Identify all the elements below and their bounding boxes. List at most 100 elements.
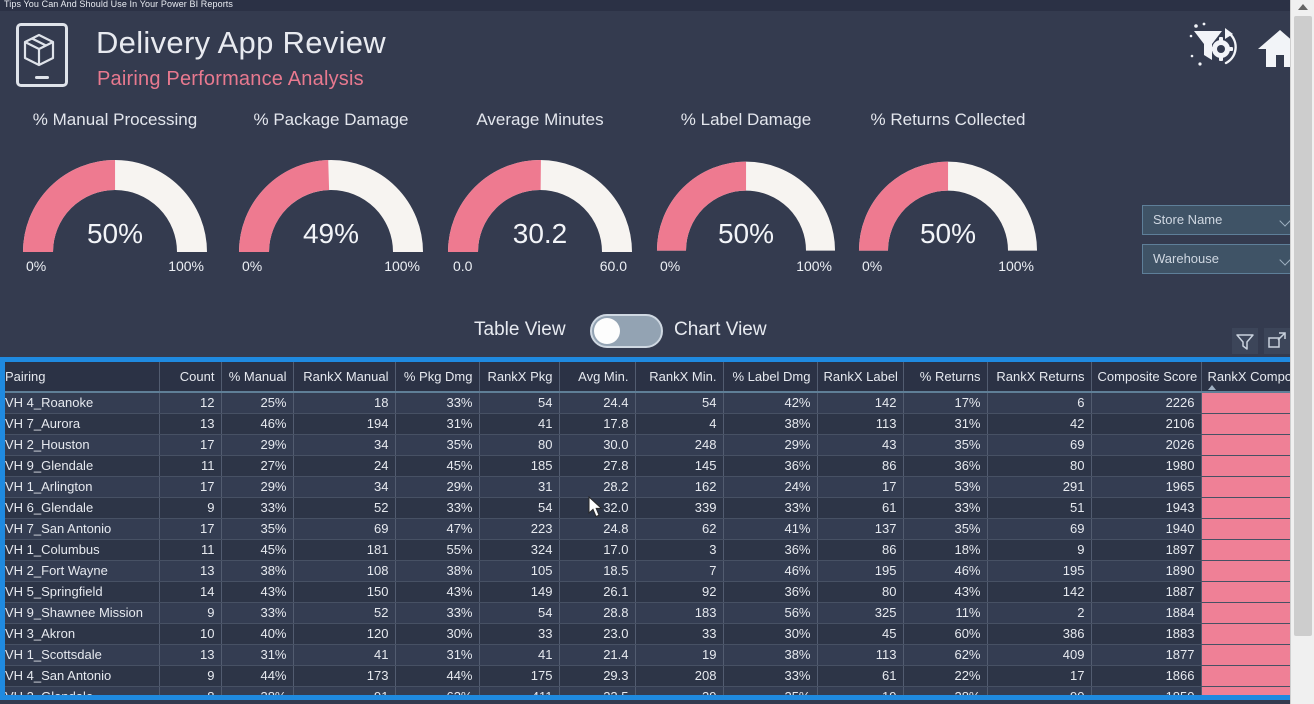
cell-value: 69: [987, 518, 1092, 540]
table-column-header[interactable]: Composite Score: [1091, 362, 1202, 393]
table-row[interactable]: VH 6_Glendale 9 33% 52 33% 54 32.0 339 33% 61 33% 5…: [5, 497, 1303, 519]
table-row[interactable]: VH 4_Roanoke 12 25% 18 33% 54 24.4 54 42% 142 17% 6…: [5, 392, 1303, 414]
cell-value: 13: [159, 560, 222, 582]
table-row[interactable]: VH 2_Fort Wayne 13 38% 108 38% 105 18.5 7 46% 195…: [5, 560, 1303, 582]
reset-filters-icon[interactable]: [1186, 22, 1244, 74]
cell-value: 194: [293, 413, 396, 435]
scroll-up-arrow-icon[interactable]: [1297, 4, 1308, 10]
table-row[interactable]: VH 2_Houston 17 29% 34 35% 80 30.0 248 29% 43 35% 6…: [5, 434, 1303, 456]
cell-value: 38%: [221, 686, 294, 695]
cell-value: 386: [987, 623, 1092, 645]
table-column-header[interactable]: RankX Min.: [635, 362, 724, 393]
cell-value: 31%: [903, 413, 988, 435]
cell-value: 24.8: [559, 518, 636, 540]
table-row[interactable]: VH 9_Glendale 11 27% 24 45% 185 27.8 145 36% 86 36…: [5, 455, 1303, 477]
cell-value: 32.0: [559, 497, 636, 519]
cell-value: 120: [293, 623, 396, 645]
cell-value: 22.5: [559, 686, 636, 695]
gauge-value: 50%: [717, 218, 775, 249]
chevron-down-icon[interactable]: [1279, 215, 1291, 227]
table-column-header[interactable]: RankX Manual: [293, 362, 396, 393]
cell-value: 31%: [221, 644, 294, 666]
table-column-header[interactable]: Avg Min.: [559, 362, 636, 393]
cell-value: 24: [293, 455, 396, 477]
table-column-header[interactable]: % Manual: [221, 362, 294, 393]
cell-value: 56%: [723, 602, 818, 624]
gauge-value: 49%: [302, 218, 360, 249]
gauge-max-label: 100%: [796, 258, 832, 274]
cell-value: 1877: [1091, 644, 1202, 666]
toggle-label-table-view[interactable]: Table View: [474, 319, 566, 341]
cell-value: 411: [479, 686, 560, 695]
cell-value: 54: [635, 392, 724, 414]
table-row[interactable]: VH 7_San Antonio 17 35% 69 47% 223 24.8 62 41% 13…: [5, 518, 1303, 540]
chevron-down-icon[interactable]: [1279, 254, 1291, 266]
cell-value: 1884: [1091, 602, 1202, 624]
table-column-header[interactable]: % Pkg Dmg: [395, 362, 480, 393]
table-row[interactable]: VH 1_Arlington 17 29% 34 29% 31 28.2 162 24% 17 53…: [5, 476, 1303, 498]
table-chart-view-toggle[interactable]: [590, 314, 663, 348]
cell-value: 33%: [723, 665, 818, 687]
cell-value: 183: [635, 602, 724, 624]
table-column-header[interactable]: Pairing: [5, 362, 160, 393]
table-visual-toolbar: [1232, 328, 1294, 354]
filter-funnel-icon[interactable]: [1232, 328, 1258, 354]
table-row[interactable]: VH 2_Glendale 8 38% 91 62% 411 22.5 29 25% 19 28% 9…: [5, 686, 1303, 695]
cell-value: 36%: [903, 455, 988, 477]
sort-ascending-icon: [1207, 385, 1216, 390]
cell-value: 34: [293, 434, 396, 456]
page-scrollbar[interactable]: [1290, 0, 1314, 704]
gauge-max-label: 100%: [384, 258, 420, 274]
cell-value: 1897: [1091, 539, 1202, 561]
gauge-title: % Returns Collected: [870, 110, 1026, 129]
cell-value: 29%: [221, 476, 294, 498]
pairing-performance-table[interactable]: Pairing Count% Manual RankX Manual% Pkg Dm…: [0, 357, 1308, 700]
gauge-title: % Label Damage: [680, 110, 812, 129]
cell-value: 61: [817, 665, 904, 687]
cell-value: 80: [987, 455, 1092, 477]
table-column-header[interactable]: RankX Label: [817, 362, 904, 393]
slicer-warehouse[interactable]: Warehouse: [1142, 244, 1300, 274]
cell-value: 195: [817, 560, 904, 582]
scrollbar-thumb[interactable]: [1294, 16, 1312, 636]
cell-value: 35%: [903, 518, 988, 540]
cell-value: 31%: [395, 413, 480, 435]
cell-value: 291: [987, 476, 1092, 498]
toggle-label-chart-view[interactable]: Chart View: [674, 319, 767, 341]
table-row[interactable]: VH 1_Columbus 11 45% 181 55% 324 17.0 3 36% 86 18%…: [5, 539, 1303, 561]
focus-mode-icon[interactable]: [1264, 328, 1290, 354]
cell-value: 17: [817, 476, 904, 498]
cell-value: 36%: [723, 539, 818, 561]
table-column-header[interactable]: RankX Pkg: [479, 362, 560, 393]
table-row[interactable]: VH 5_Springfield 14 43% 150 43% 149 26.1 92 36% 8…: [5, 581, 1303, 603]
cell-value: 162: [635, 476, 724, 498]
table-row[interactable]: VH 4_San Antonio 9 44% 173 44% 175 29.3 208 33% 6…: [5, 665, 1303, 687]
cell-value: 324: [479, 539, 560, 561]
table-column-header[interactable]: % Label Dmg: [723, 362, 818, 393]
cell-pairing: VH 6_Glendale: [5, 497, 160, 519]
table-column-header[interactable]: RankX Returns: [987, 362, 1092, 393]
cell-value: 21.4: [559, 644, 636, 666]
table-row[interactable]: VH 9_Shawnee Mission 9 33% 52 33% 54 28.8 183 56…: [5, 602, 1303, 624]
cell-value: 38%: [221, 560, 294, 582]
cell-value: 36%: [723, 455, 818, 477]
cell-value: 2106: [1091, 413, 1202, 435]
gauge-title: % Package Damage: [253, 110, 409, 129]
table-grid: Pairing Count% Manual RankX Manual% Pkg Dm…: [5, 362, 1303, 695]
gauge-title: Average Minutes: [476, 110, 604, 129]
cell-value: 13: [159, 413, 222, 435]
table-column-header[interactable]: % Returns: [903, 362, 988, 393]
cell-value: 44%: [395, 665, 480, 687]
table-row[interactable]: VH 3_Akron 10 40% 120 30% 33 23.0 33 30% 45 60% 386…: [5, 623, 1303, 645]
table-row[interactable]: VH 7_Aurora 13 46% 194 31% 41 17.8 4 38% 113 31% 42…: [5, 413, 1303, 435]
page-title: Delivery App Review: [96, 25, 386, 60]
table-header-row[interactable]: Pairing Count% Manual RankX Manual% Pkg Dm…: [5, 362, 1303, 393]
package-box-icon: [23, 33, 55, 67]
cell-value: 108: [293, 560, 396, 582]
table-column-header[interactable]: Count: [159, 362, 222, 393]
gauge-max-label: 100%: [168, 258, 204, 274]
table-row[interactable]: VH 1_Scottsdale 13 31% 41 31% 41 21.4 19 38% 113 6…: [5, 644, 1303, 666]
cell-pairing: VH 7_Aurora: [5, 413, 160, 435]
slicer-store-name[interactable]: Store Name: [1142, 205, 1300, 235]
toggle-knob[interactable]: [594, 318, 620, 344]
